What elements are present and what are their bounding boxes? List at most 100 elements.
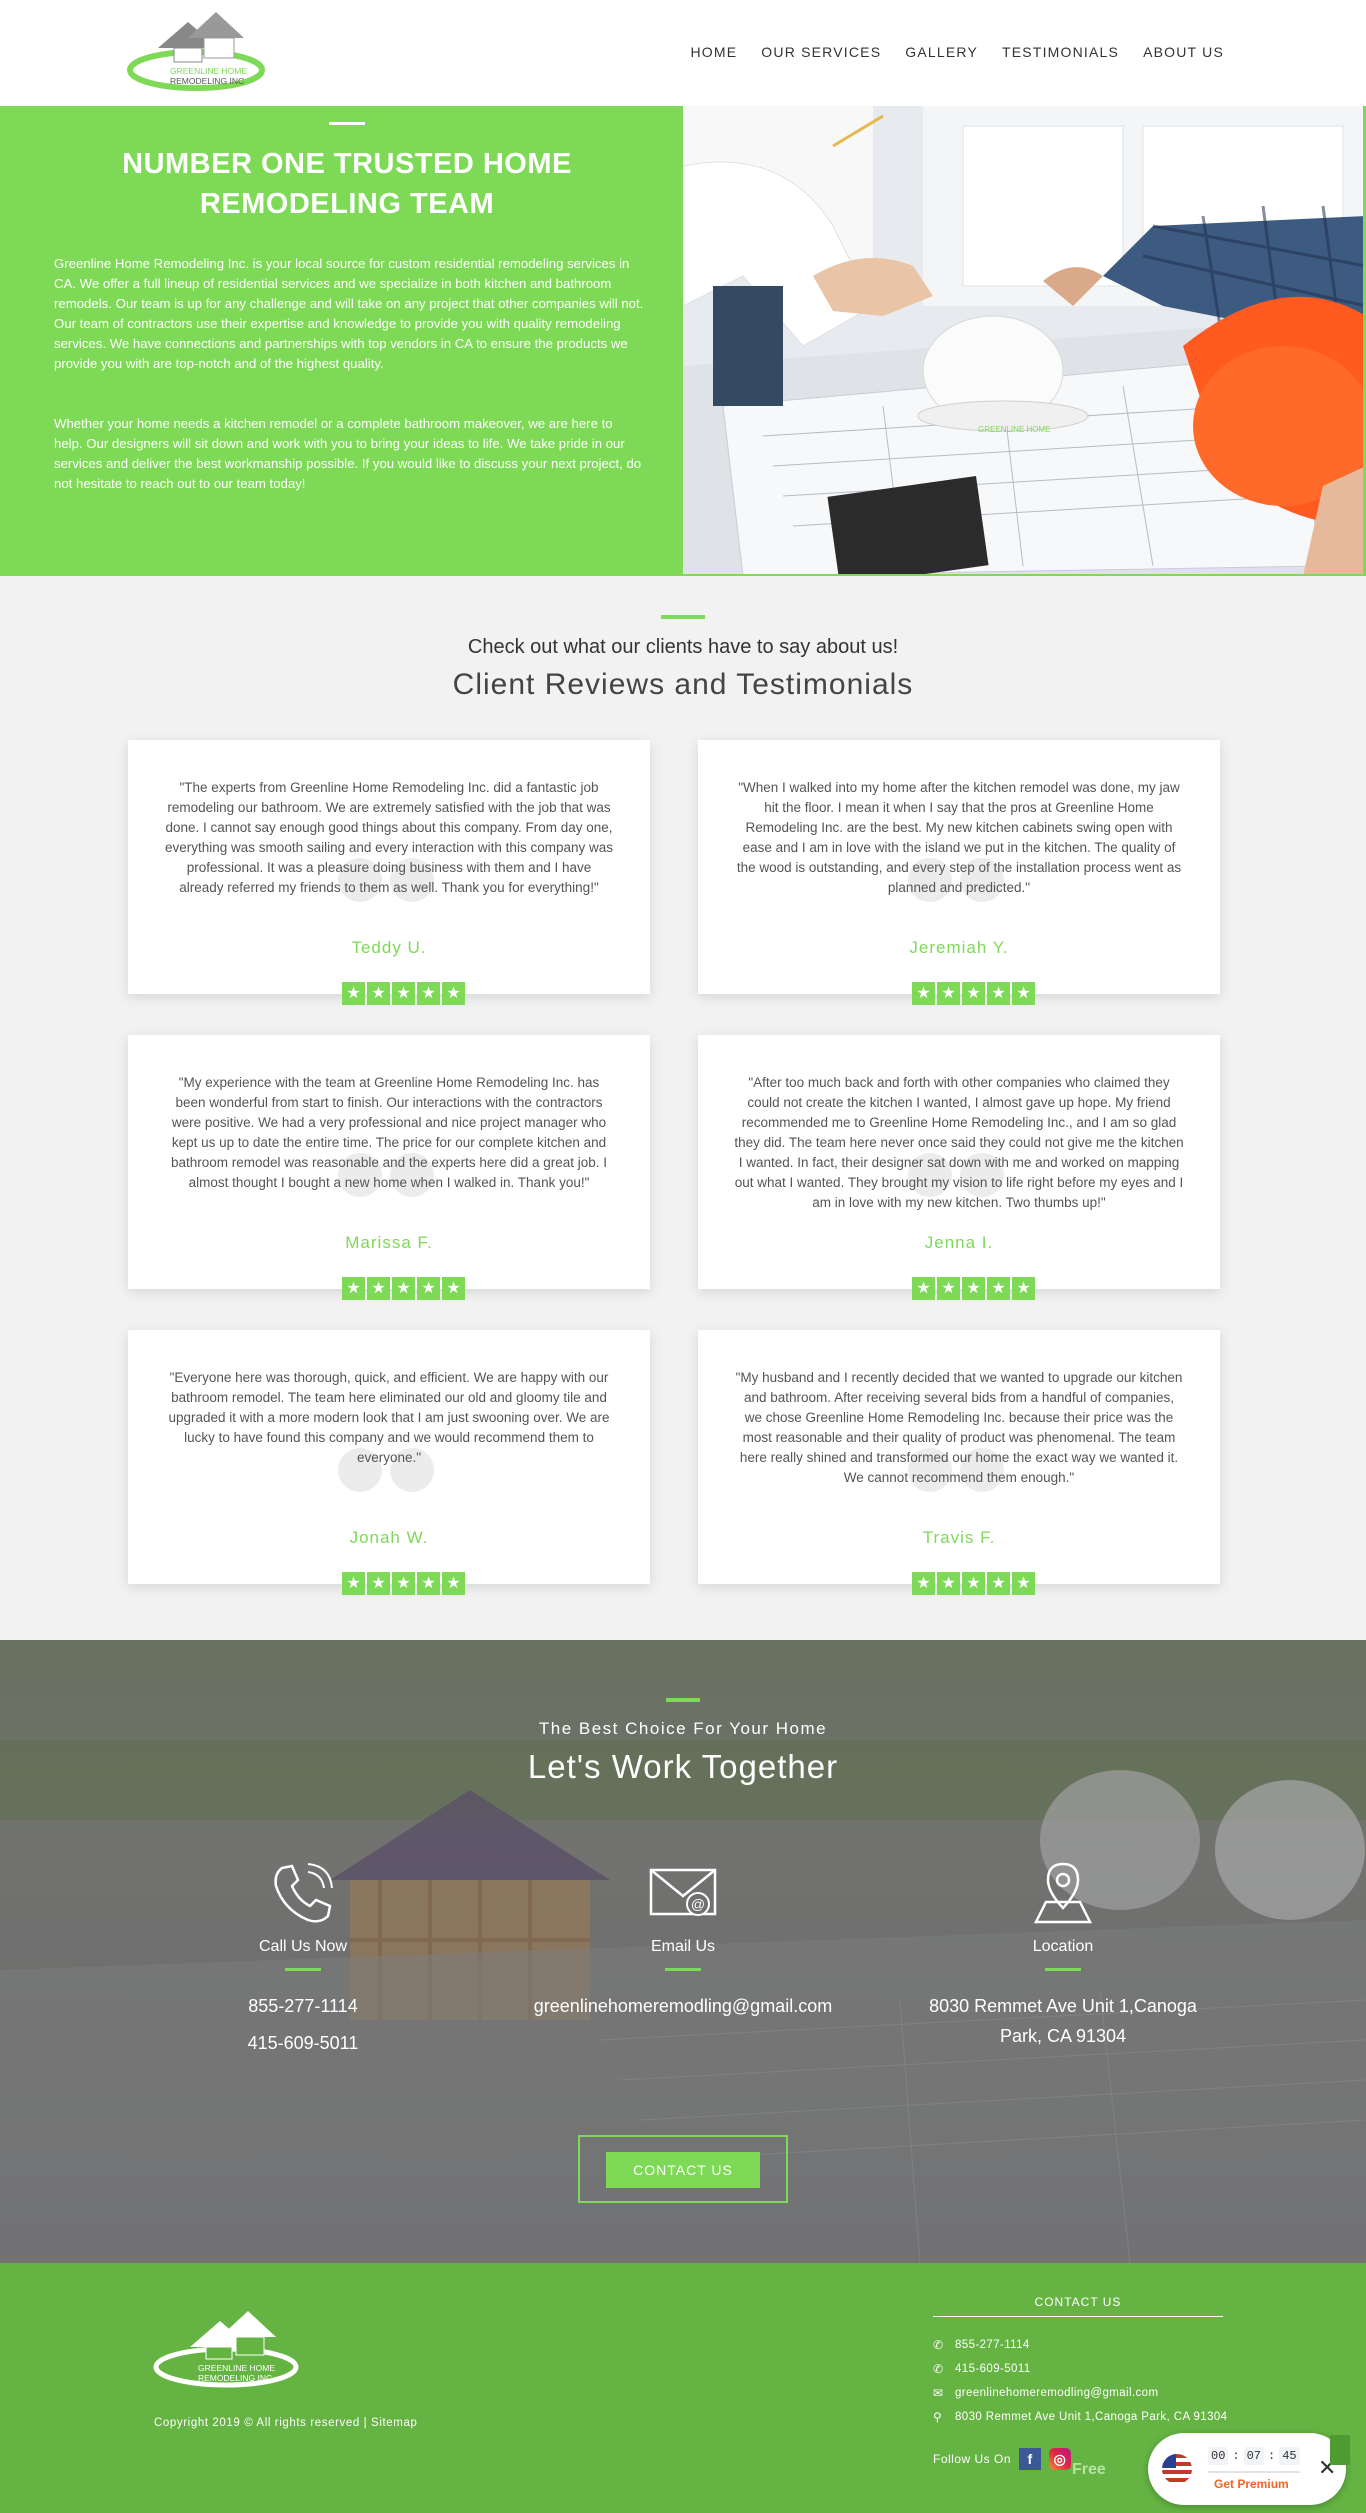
star-icon: ★ <box>417 1572 440 1595</box>
email-us-block: @ Email Us greenlinehomeremodling@gmail.… <box>503 1858 863 2021</box>
nav-gallery[interactable]: GALLERY <box>905 44 978 60</box>
star-icon: ★ <box>442 1277 465 1300</box>
star-icon: ★ <box>937 982 960 1005</box>
envelope-icon: ✉ <box>933 2386 944 2400</box>
phone-icon: ✆ <box>933 2338 944 2352</box>
company-logo[interactable]: GREENLINE HOME REMODELING INC <box>126 8 280 98</box>
testimonial-text: "My experience with the team at Greenlin… <box>170 1075 607 1190</box>
instagram-icon[interactable]: ◎ <box>1049 2448 1072 2470</box>
nav-home[interactable]: HOME <box>690 44 737 60</box>
footer-divider <box>933 2316 1223 2317</box>
contact-us-button[interactable]: CONTACT US <box>606 2152 760 2188</box>
star-icon: ★ <box>392 1572 415 1595</box>
work-subtitle: The Best Choice For Your Home <box>538 1719 828 1738</box>
star-icon: ★ <box>962 1572 985 1595</box>
work-phone-1[interactable]: 855-277-1114 <box>123 1991 483 2021</box>
hero-accent-bar <box>329 122 365 125</box>
work-together-section: The Best Choice For Your Home Let's Work… <box>0 1640 1366 2263</box>
testimonial-card: "After too much back and forth with othe… <box>698 1035 1220 1300</box>
footer-email[interactable]: greenlinehomeremodling@gmail.com <box>955 2387 1158 2399</box>
star-icon: ★ <box>1012 1572 1035 1595</box>
email-underline <box>665 1968 701 1971</box>
footer-contact-list: ✆ 855-277-1114 ✆ 415-609-5011 ✉ greenlineho… <box>933 2333 1227 2429</box>
svg-text:@: @ <box>691 1896 705 1912</box>
star-icon: ★ <box>392 982 415 1005</box>
star-icon: ★ <box>1012 982 1035 1005</box>
star-rating: ★ ★ ★ ★ ★ <box>342 982 465 1005</box>
testimonial-text: "My husband and I recently decided that … <box>735 1370 1183 1485</box>
star-rating: ★ ★ ★ ★ ★ <box>912 982 1035 1005</box>
get-premium-link[interactable]: Get Premium <box>1214 2477 1289 2491</box>
star-icon: ★ <box>442 982 465 1005</box>
timer-seconds: 45 <box>1279 2447 1300 2465</box>
reviews-subtitle: Check out what our clients have to say a… <box>467 636 899 658</box>
testimonial-author: Jenna I. <box>924 1233 994 1252</box>
star-icon: ★ <box>937 1277 960 1300</box>
timer-minutes: 07 <box>1243 2447 1265 2465</box>
nav-about-us[interactable]: ABOUT US <box>1143 44 1224 60</box>
star-icon: ★ <box>1012 1277 1035 1300</box>
testimonial-card: "My experience with the team at Greenlin… <box>128 1035 650 1300</box>
timer-widget: 00:07:45 Get Premium ✕ <box>1148 2433 1346 2505</box>
main-nav: HOME OUR SERVICES GALLERY TESTIMONIALS A… <box>690 44 1224 60</box>
star-icon: ★ <box>367 982 390 1005</box>
testimonials-section: Check out what our clients have to say a… <box>0 576 1366 1640</box>
timer-progress <box>1208 2471 1300 2473</box>
testimonial-text: "After too much back and forth with othe… <box>734 1075 1184 1210</box>
hero-paragraph-2: Whether your home needs a kitchen remode… <box>54 416 642 491</box>
hero-title: NUMBER ONE TRUSTED HOME REMODELING TEAM <box>122 148 572 220</box>
work-email[interactable]: greenlinehomeremodling@gmail.com <box>503 1991 863 2021</box>
testimonial-text: "Everyone here was thorough, quick, and … <box>168 1370 610 1465</box>
footer-logo[interactable]: GREENLINE HOME REMODELING INC <box>152 2309 308 2393</box>
star-icon: ★ <box>962 982 985 1005</box>
testimonial-card: "When I walked into my home after the ki… <box>698 740 1220 1005</box>
testimonial-text: "When I walked into my home after the ki… <box>736 780 1182 895</box>
hero-section: NUMBER ONE TRUSTED HOME REMODELING TEAM … <box>0 106 1366 576</box>
star-rating: ★ ★ ★ ★ ★ <box>912 1572 1035 1595</box>
phone-icon: ✆ <box>933 2362 944 2376</box>
star-icon: ★ <box>912 982 935 1005</box>
site-header: GREENLINE HOME REMODELING INC HOME OUR S… <box>0 0 1366 106</box>
call-us-block: Call Us Now 855-277-1114 415-609-5011 <box>123 1858 483 2054</box>
site-footer: GREENLINE HOME REMODELING INC Copyright … <box>0 2263 1366 2513</box>
star-icon: ★ <box>417 1277 440 1300</box>
call-us-label: Call Us Now <box>258 1938 347 1955</box>
star-icon: ★ <box>392 1277 415 1300</box>
follow-us: Follow Us On f ◎ <box>933 2448 1072 2470</box>
svg-text:GREENLINE HOME: GREENLINE HOME <box>198 2363 275 2373</box>
star-icon: ★ <box>417 982 440 1005</box>
call-underline <box>285 1968 321 1971</box>
star-icon: ★ <box>937 1572 960 1595</box>
us-flag-icon[interactable] <box>1162 2454 1192 2484</box>
testimonial-card: "My husband and I recently decided that … <box>698 1330 1220 1595</box>
free-badge: Free <box>1072 2461 1106 2478</box>
reviews-title: Client Reviews and Testimonials <box>452 668 914 701</box>
scroll-top-button[interactable] <box>1330 2435 1350 2465</box>
star-icon: ★ <box>342 1572 365 1595</box>
footer-phone-2[interactable]: 415-609-5011 <box>955 2363 1031 2375</box>
nav-our-services[interactable]: OUR SERVICES <box>761 44 881 60</box>
nav-testimonials[interactable]: TESTIMONIALS <box>1002 44 1119 60</box>
location-underline <box>1045 1968 1081 1971</box>
star-icon: ★ <box>342 982 365 1005</box>
location-label: Location <box>1032 1938 1094 1955</box>
testimonial-author: Jeremiah Y. <box>909 938 1009 957</box>
star-icon: ★ <box>987 982 1010 1005</box>
follow-us-label: Follow Us On <box>933 2452 1012 2466</box>
hero-text-panel: NUMBER ONE TRUSTED HOME REMODELING TEAM … <box>0 106 683 576</box>
facebook-icon[interactable]: f <box>1019 2448 1042 2470</box>
star-icon: ★ <box>342 1277 365 1300</box>
svg-text:REMODELING INC: REMODELING INC <box>198 2373 272 2383</box>
star-icon: ★ <box>442 1572 465 1595</box>
work-phone-2[interactable]: 415-609-5011 <box>123 2033 483 2054</box>
countdown-timer: 00:07:45 <box>1208 2447 1300 2465</box>
timer-hours: 00 <box>1208 2447 1229 2465</box>
svg-text:REMODELING INC: REMODELING INC <box>170 76 244 86</box>
sitemap-link[interactable]: Sitemap <box>371 2417 417 2429</box>
footer-address: 8030 Remmet Ave Unit 1,Canoga Park, CA 9… <box>955 2411 1228 2423</box>
footer-phone-1[interactable]: 855-277-1114 <box>955 2339 1030 2351</box>
work-accent-bar <box>666 1698 700 1702</box>
testimonial-author: Jonah W. <box>349 1528 429 1547</box>
star-rating: ★ ★ ★ ★ ★ <box>342 1572 465 1595</box>
footer-contact-title: CONTACT US <box>1034 2295 1122 2309</box>
